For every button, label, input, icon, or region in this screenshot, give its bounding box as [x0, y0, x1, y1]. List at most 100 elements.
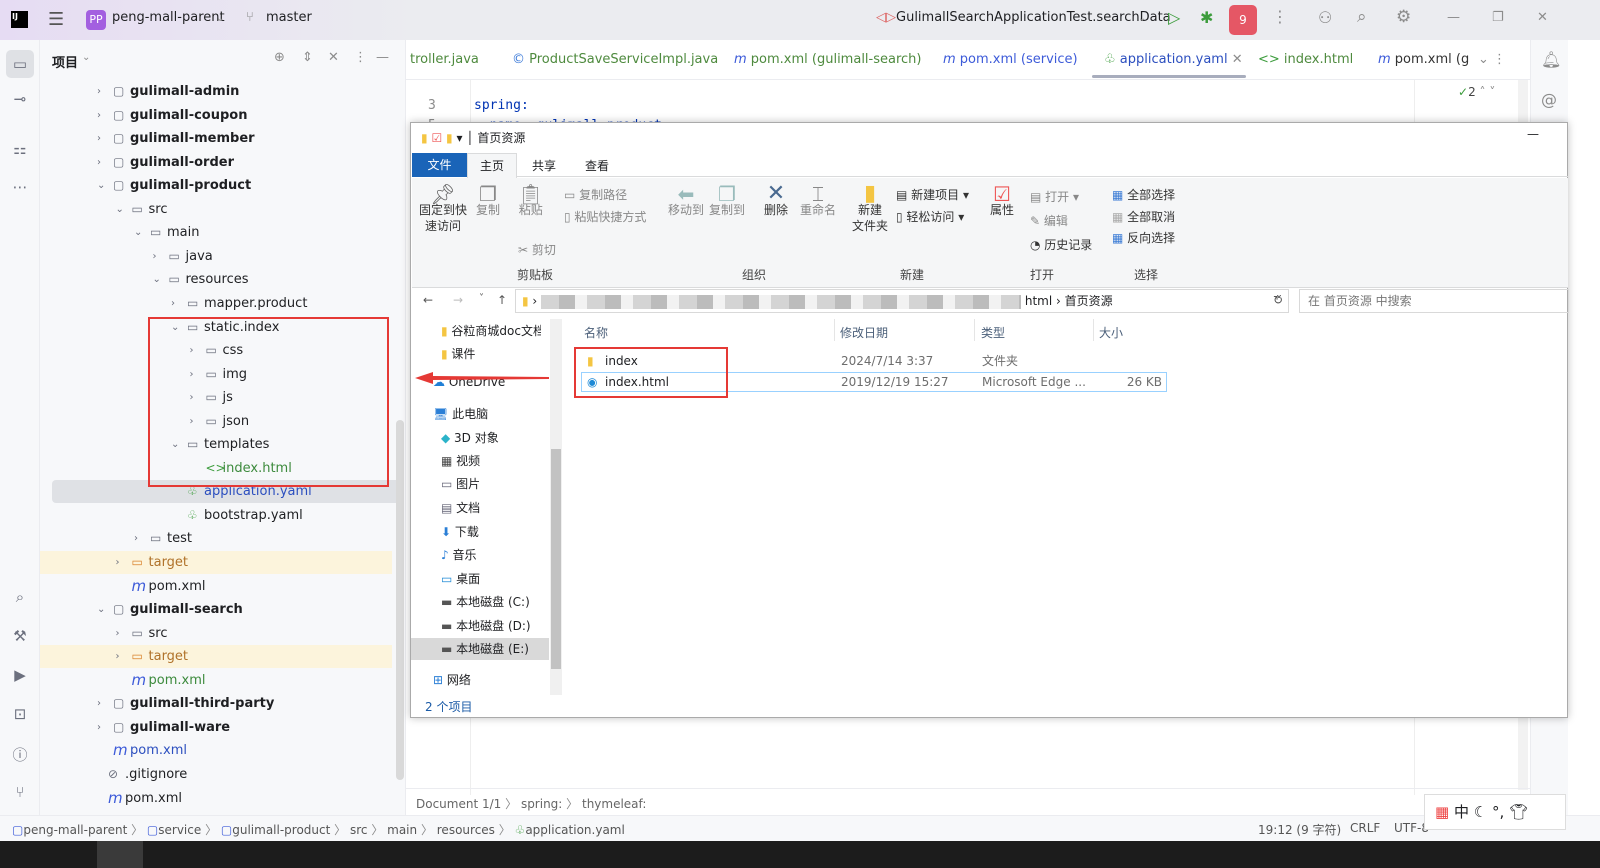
restore-icon[interactable]: ❐ [1492, 10, 1504, 25]
tab-pom-xml-gulimall-search-[interactable]: m pom.xml (gulimall-search) [734, 52, 922, 67]
tree-item[interactable]: m pom.xml [40, 787, 392, 810]
select-none-button[interactable]: ▦ 全部取消 [1112, 208, 1175, 225]
nav-item[interactable]: 🖥︎ 此电脑 [433, 403, 488, 425]
tree-item[interactable]: › ▢ gulimall-ware [40, 716, 392, 739]
tree-item[interactable]: › ▢ gulimall-admin [40, 80, 392, 103]
tree-item[interactable]: ⊘ .gitignore [40, 763, 392, 786]
notifications-bell-icon[interactable]: 🔔︎ [1541, 50, 1561, 69]
taskbar-app[interactable] [97, 841, 143, 868]
nav-item[interactable]: ⬇ 下载 [441, 521, 479, 543]
git-icon[interactable]: ⑂ [10, 783, 30, 803]
tree-item[interactable]: › ▭ target [40, 551, 392, 574]
easy-access-button[interactable]: ▯ 轻松访问 ▾ [896, 208, 964, 225]
tree-item[interactable]: › ▭ src [40, 622, 392, 645]
paste-button[interactable]: 📋︎ 粘贴 [518, 184, 543, 218]
chevron-right-icon[interactable]: › [134, 527, 138, 550]
rename-button[interactable]: ⌶ 重命名 [800, 184, 836, 218]
nav-item[interactable]: ▤ 文档 [441, 497, 480, 519]
col-name[interactable]: 名称 [584, 324, 608, 341]
terminal-icon[interactable]: ⊡ [10, 705, 30, 725]
nav-item[interactable]: ▮ 课件 [441, 343, 475, 365]
tree-item[interactable]: › ▭ java [40, 245, 392, 268]
path-segment[interactable]: gulimall-product [232, 823, 330, 837]
path-segment[interactable]: resources [437, 823, 495, 837]
tab-troller-java[interactable]: troller.java [410, 52, 479, 67]
col-type[interactable]: 类型 [981, 324, 1005, 341]
address-segment[interactable]: html [1025, 294, 1052, 308]
address-segment[interactable]: 首页资源 [1065, 294, 1113, 308]
delete-button[interactable]: ✕ 删除 [764, 183, 788, 218]
tab-productsaveserviceimpl-java[interactable]: © ProductSaveServiceImpl.java [512, 52, 718, 67]
nav-item[interactable]: ▭ 图片 [441, 473, 480, 495]
path-segment[interactable]: src [350, 823, 368, 837]
recent-dropdown[interactable]: ˅ [479, 293, 484, 304]
collapse-all-icon[interactable]: ✕ [328, 50, 339, 65]
project-selector[interactable]: peng-mall-parent [112, 10, 225, 25]
hide-icon[interactable]: — [376, 50, 389, 65]
skin-icon[interactable]: 👕︎ [1509, 803, 1528, 821]
history-button[interactable]: ◔ 历史记录 [1030, 236, 1092, 253]
nav-item[interactable]: ▬ 本地磁盘 (D:) [441, 615, 531, 637]
structure-icon[interactable]: ⚏ [10, 140, 30, 160]
edit-button[interactable]: ✎ 编辑 [1030, 212, 1068, 229]
chevron-right-icon[interactable]: › [171, 292, 175, 315]
chevron-right-icon[interactable]: › [97, 80, 101, 103]
tree-item[interactable]: › ▭ target [40, 645, 392, 669]
tab-file[interactable]: 文件 [412, 153, 467, 177]
tab-view[interactable]: 查看 [585, 157, 609, 174]
pin-quick-access-button[interactable]: 📌︎ 固定到快 速访问 [418, 184, 468, 234]
commit-icon[interactable]: ⊸ [10, 90, 30, 110]
ime-toolbar[interactable]: ▦ 中 ☾ °, 👕︎ [1424, 794, 1566, 830]
run-icon[interactable]: ▷ [1168, 8, 1180, 27]
chevron-right-icon[interactable]: › [97, 692, 101, 715]
up-button[interactable]: ↑ [497, 293, 507, 307]
tree-item[interactable]: › ▭ test [40, 527, 392, 550]
search-icon[interactable]: ⌕ [1357, 7, 1367, 27]
project-panel-title[interactable]: 项目 [52, 52, 78, 71]
moon-icon[interactable]: ☾ [1474, 803, 1487, 821]
chevron-right-icon[interactable]: › [116, 622, 120, 645]
tree-item[interactable]: ⌄ ▭ main [40, 221, 392, 244]
nav-arrows-icon[interactable]: ˄ ˅ [1476, 85, 1496, 99]
settings-icon[interactable]: ⚙ [1396, 7, 1411, 27]
tree-item[interactable]: ⌄ ▭ src [40, 198, 392, 221]
tab-share[interactable]: 共享 [532, 157, 556, 174]
ai-assistant-icon[interactable]: @ [1541, 90, 1557, 109]
chevron-right-icon[interactable]: › [97, 151, 101, 174]
close-icon[interactable]: ✕ [1537, 10, 1548, 25]
chevron-right-icon[interactable]: › [97, 127, 101, 150]
properties-icon[interactable]: ☑ [431, 131, 442, 145]
minimize-icon[interactable]: — [1447, 10, 1460, 25]
services-icon[interactable]: ▶ [10, 666, 30, 686]
chevron-down-icon[interactable]: ⌄ [153, 268, 161, 291]
tree-item[interactable]: › ▢ gulimall-member [40, 127, 392, 150]
crumb-spring[interactable]: spring: [521, 797, 562, 811]
chevron-down-icon[interactable]: ⌄ [97, 598, 105, 621]
nav-scrollbar[interactable] [550, 319, 562, 695]
tab-pom-xml-g[interactable]: m pom.xml (g [1378, 52, 1469, 67]
properties-button[interactable]: ☑ 属性 [990, 184, 1014, 218]
chevron-down-icon[interactable]: ⌄ [134, 221, 142, 244]
cut-button[interactable]: ✂ 剪切 [518, 241, 556, 258]
tree-item[interactable]: ⌄ ▭ resources [40, 268, 392, 291]
forward-button[interactable]: → [453, 293, 463, 307]
inspections-widget[interactable]: ✓2 ˄ ˅ [1458, 85, 1495, 99]
invert-selection-button[interactable]: ▦ 反向选择 [1112, 229, 1175, 246]
chevron-right-icon[interactable]: › [116, 645, 120, 668]
nav-item[interactable]: ◆ 3D 对象 [441, 427, 499, 449]
cursor-position[interactable]: 19:12 (9 字符) [1258, 821, 1341, 838]
nav-item[interactable]: ▬ 本地磁盘 (C:) [441, 591, 530, 613]
minimize-icon[interactable]: — [1527, 127, 1539, 141]
path-segment[interactable]: peng-mall-parent [23, 823, 127, 837]
nav-item[interactable]: ▦ 视频 [441, 450, 480, 472]
debug-icon[interactable]: ✱ [1200, 8, 1213, 27]
nav-item[interactable]: ▭ 桌面 [441, 568, 480, 590]
refresh-button[interactable]: ↻ [1273, 293, 1283, 307]
tree-item[interactable]: ♧ bootstrap.yaml [40, 504, 392, 527]
path-segment[interactable]: application.yaml [525, 823, 625, 837]
run-config-selector[interactable]: GulimallSearchApplicationTest.searchData [896, 10, 1171, 25]
col-size[interactable]: 大小 [1099, 324, 1123, 341]
path-segment[interactable]: service [158, 823, 201, 837]
paste-shortcut-button[interactable]: ▯ 粘贴快捷方式 [564, 208, 646, 225]
tree-item[interactable]: › ▢ gulimall-order [40, 151, 392, 174]
